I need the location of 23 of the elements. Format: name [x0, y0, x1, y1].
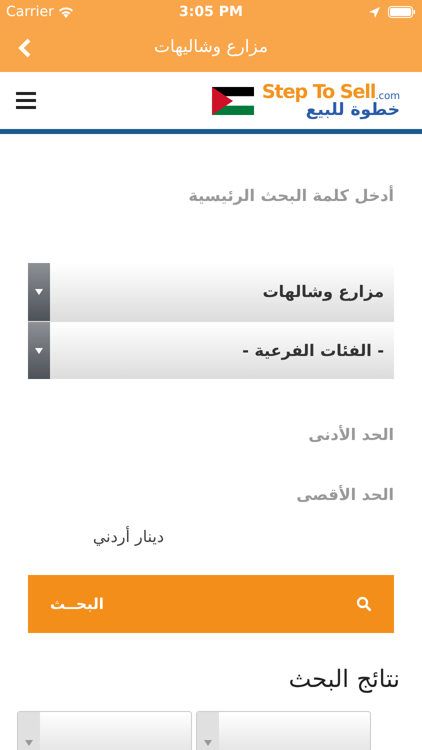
location-arrow-icon	[369, 6, 380, 18]
clock: 3:05 PM	[179, 2, 243, 22]
sort-dropdown[interactable]	[17, 711, 192, 750]
logo-domain: .com	[375, 92, 400, 102]
sort-dropdown[interactable]	[196, 711, 371, 750]
min-price-field[interactable]: الحد الأدنى	[28, 423, 394, 447]
back-button[interactable]	[18, 38, 32, 58]
max-price-field[interactable]: الحد الأقصى	[28, 483, 394, 507]
menu-icon[interactable]	[16, 92, 36, 109]
carrier-label: Carrier	[6, 2, 54, 22]
search-icon	[356, 596, 372, 612]
logo-arabic-text: خطوة للبيع	[306, 102, 400, 118]
category-dropdown[interactable]: مزارع وشالهات	[28, 263, 394, 321]
results-heading: نتائج البحث	[288, 665, 400, 693]
logo-text: Step To Sell	[262, 82, 376, 102]
category-dropdown[interactable]: - الفئات الفرعية -	[28, 321, 394, 379]
wifi-icon	[58, 6, 74, 18]
battery-icon	[388, 6, 416, 18]
search-button[interactable]: البحــث	[28, 575, 394, 633]
keyword-field[interactable]: أدخل كلمة البحث الرئيسية	[28, 184, 394, 208]
flag-icon	[212, 86, 254, 114]
currency-label: دينار أردني	[92, 527, 164, 546]
nav-title: مزارع وشاليهات	[154, 36, 268, 60]
